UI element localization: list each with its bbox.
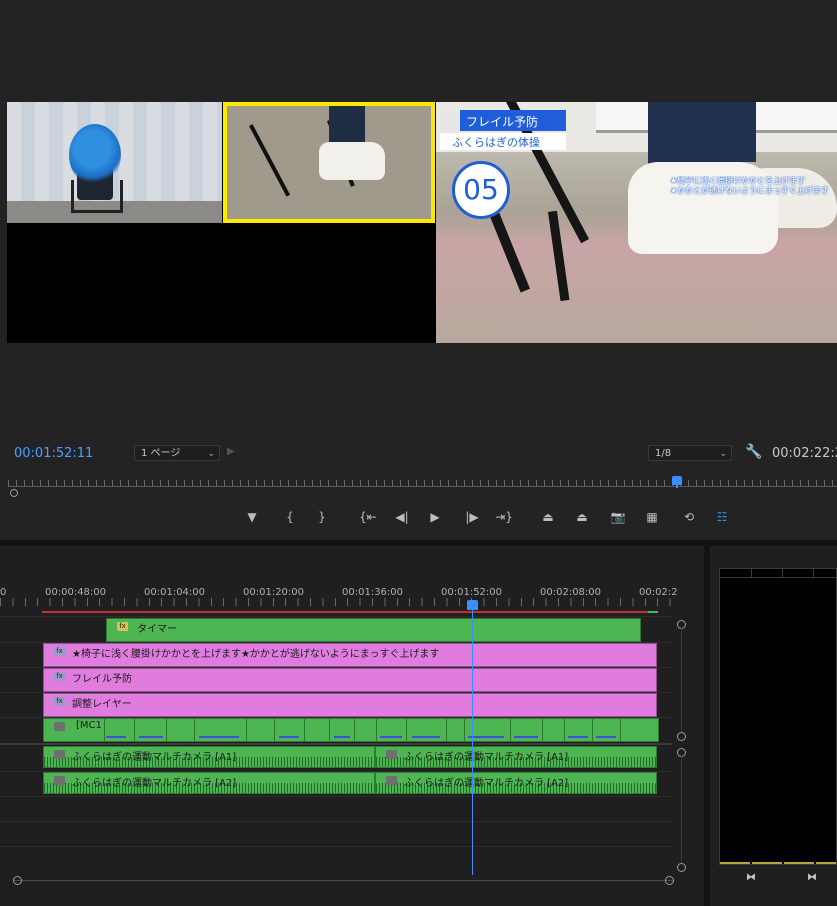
- go-to-in-button[interactable]: {⇤: [356, 506, 380, 528]
- clip-timer[interactable]: fx タイマー: [106, 618, 641, 642]
- ruler-label: 00:01:52:00: [441, 587, 503, 598]
- video-scroll-knob-bottom[interactable]: [677, 732, 686, 741]
- multicam-view-button[interactable]: ☷: [710, 506, 734, 528]
- ruler-label: 00:02:08:00: [540, 587, 602, 598]
- play-button[interactable]: ▶: [423, 506, 447, 528]
- clip-icon: [54, 722, 65, 731]
- audio-meter: [719, 568, 837, 865]
- clip-label: ★椅子に浅く腰掛けかかとを上げます★かかとが逃げないようにまっすぐ上げます: [72, 649, 440, 660]
- ruler-label: 00:00:48:00: [45, 587, 107, 598]
- monitor-scroll-knob[interactable]: [10, 489, 18, 497]
- audio-clip-icon: [386, 750, 397, 759]
- ruler-label: 00:01:04:00: [144, 587, 206, 598]
- ruler-label: 00:01:36:00: [342, 587, 404, 598]
- timeline-ruler[interactable]: [0, 598, 672, 606]
- audio-clip-a2-1[interactable]: ふくらはぎの運動マルチカメラ [A2]: [43, 772, 375, 794]
- caption-line-2: ★かかとが逃げないようにまっすぐ上げます: [670, 186, 829, 195]
- fx-badge: fx: [54, 672, 65, 681]
- timeline-scroll-knob-left[interactable]: [13, 876, 22, 885]
- overlay-subtitle: ふくらはぎの体操: [452, 136, 540, 149]
- clip-multicam[interactable]: [MC1: [43, 718, 659, 742]
- clip-caption[interactable]: fx ★椅子に浅く腰掛けかかとを上げます★かかとが逃げないようにまっすぐ上げます: [43, 643, 657, 667]
- clip-label: タイマー: [137, 624, 177, 635]
- fx-badge: fx: [54, 647, 65, 656]
- camera-angle-2-selected[interactable]: [223, 102, 435, 223]
- toggle-proxies-button[interactable]: ⟲: [677, 506, 701, 528]
- ruler-label: 00:02:2: [639, 587, 678, 598]
- render-bar-rendered: [648, 611, 658, 613]
- clip-label: ふくらはぎの運動マルチカメラ [A2]: [72, 778, 237, 789]
- transport-controls: ▼ {} {⇤ ◀| ▶ |▶ ⇥} ⏏ ⏏ 📷 ▦ ⟲ ☷: [240, 506, 740, 528]
- go-to-out-button[interactable]: ⇥}: [492, 506, 516, 528]
- page-select[interactable]: 1 ページ ⌄: [134, 445, 220, 461]
- export-frame-button[interactable]: 📷: [606, 506, 630, 528]
- audio-scroll-knob-bottom[interactable]: [677, 863, 686, 872]
- clip-label: 調整レイヤー: [72, 699, 132, 710]
- page-select-value: 1 ページ: [141, 448, 181, 459]
- page-next-icon[interactable]: ▶: [227, 446, 235, 457]
- clip-label: ふくらはぎの運動マルチカメラ [A1]: [72, 752, 237, 763]
- ruler-label: 00:01:20:00: [243, 587, 305, 598]
- clip-label: フレイル予防: [72, 674, 132, 685]
- step-number-badge: 05: [452, 161, 510, 219]
- clip-label: ふくらはぎの運動マルチカメラ [A1]: [404, 752, 569, 763]
- playhead-line: [472, 607, 473, 875]
- chevron-down-icon: ⌄: [719, 449, 727, 459]
- wrench-icon[interactable]: 🔧: [745, 444, 762, 460]
- step-forward-button[interactable]: |▶: [460, 506, 484, 528]
- lift-button[interactable]: ⏏: [536, 506, 560, 528]
- zoom-select[interactable]: 1/8 ⌄: [648, 445, 732, 461]
- monitor-time-ruler[interactable]: [0, 474, 837, 494]
- duration-timecode: 00:02:22:2: [772, 446, 837, 461]
- fx-badge: fx: [117, 622, 128, 631]
- audio-clip-a2-2[interactable]: ふくらはぎの運動マルチカメラ [A2]: [375, 772, 657, 794]
- audio-clip-a1-1[interactable]: ふくらはぎの運動マルチカメラ [A1]: [43, 746, 375, 768]
- current-timecode[interactable]: 00:01:52:11: [14, 446, 93, 461]
- mark-out-button[interactable]: }: [310, 506, 334, 528]
- audio-clip-icon: [386, 776, 397, 785]
- clip-label: ふくらはぎの運動マルチカメラ [A2]: [404, 778, 569, 789]
- camera-angle-1[interactable]: [7, 102, 222, 223]
- extract-button[interactable]: ⏏: [570, 506, 594, 528]
- face-blur: [69, 124, 121, 186]
- overlay-title: フレイル予防: [466, 115, 539, 129]
- solo-left-button[interactable]: ⧓: [742, 872, 760, 886]
- zoom-select-value: 1/8: [655, 448, 672, 459]
- audio-clip-icon: [54, 776, 65, 785]
- clip-adjustment-layer[interactable]: fx 調整レイヤー: [43, 693, 657, 717]
- lower-third-title: フレイル予防 ふくらはぎの体操: [440, 110, 566, 150]
- caption-line-1: ★椅子に浅く腰掛けかかとを上げます: [670, 176, 806, 185]
- logo-icon: [440, 110, 460, 131]
- ruler-label: 0: [0, 587, 7, 598]
- caption-overlay: ★椅子に浅く腰掛けかかとを上げます ★かかとが逃げないようにまっすぐ上げます: [670, 176, 837, 198]
- fx-badge: fx: [54, 697, 65, 706]
- mark-in-button[interactable]: {: [278, 506, 302, 528]
- audio-clip-icon: [54, 750, 65, 759]
- add-marker-button[interactable]: ▼: [240, 506, 264, 528]
- solo-right-button[interactable]: ⧓: [803, 872, 821, 886]
- clip-label: [MC1: [76, 720, 102, 731]
- render-bar-unrendered: [42, 611, 648, 613]
- clip-frail-title[interactable]: fx フレイル予防: [43, 668, 657, 692]
- multicam-button[interactable]: ▦: [640, 506, 664, 528]
- timeline-horizontal-scrollbar[interactable]: [14, 880, 674, 881]
- chevron-down-icon: ⌄: [207, 449, 215, 459]
- step-back-button[interactable]: ◀|: [390, 506, 414, 528]
- multicam-grid[interactable]: [7, 102, 436, 343]
- audio-clip-a1-2[interactable]: ふくらはぎの運動マルチカメラ [A1]: [375, 746, 657, 768]
- timeline-scroll-knob-right[interactable]: [665, 876, 674, 885]
